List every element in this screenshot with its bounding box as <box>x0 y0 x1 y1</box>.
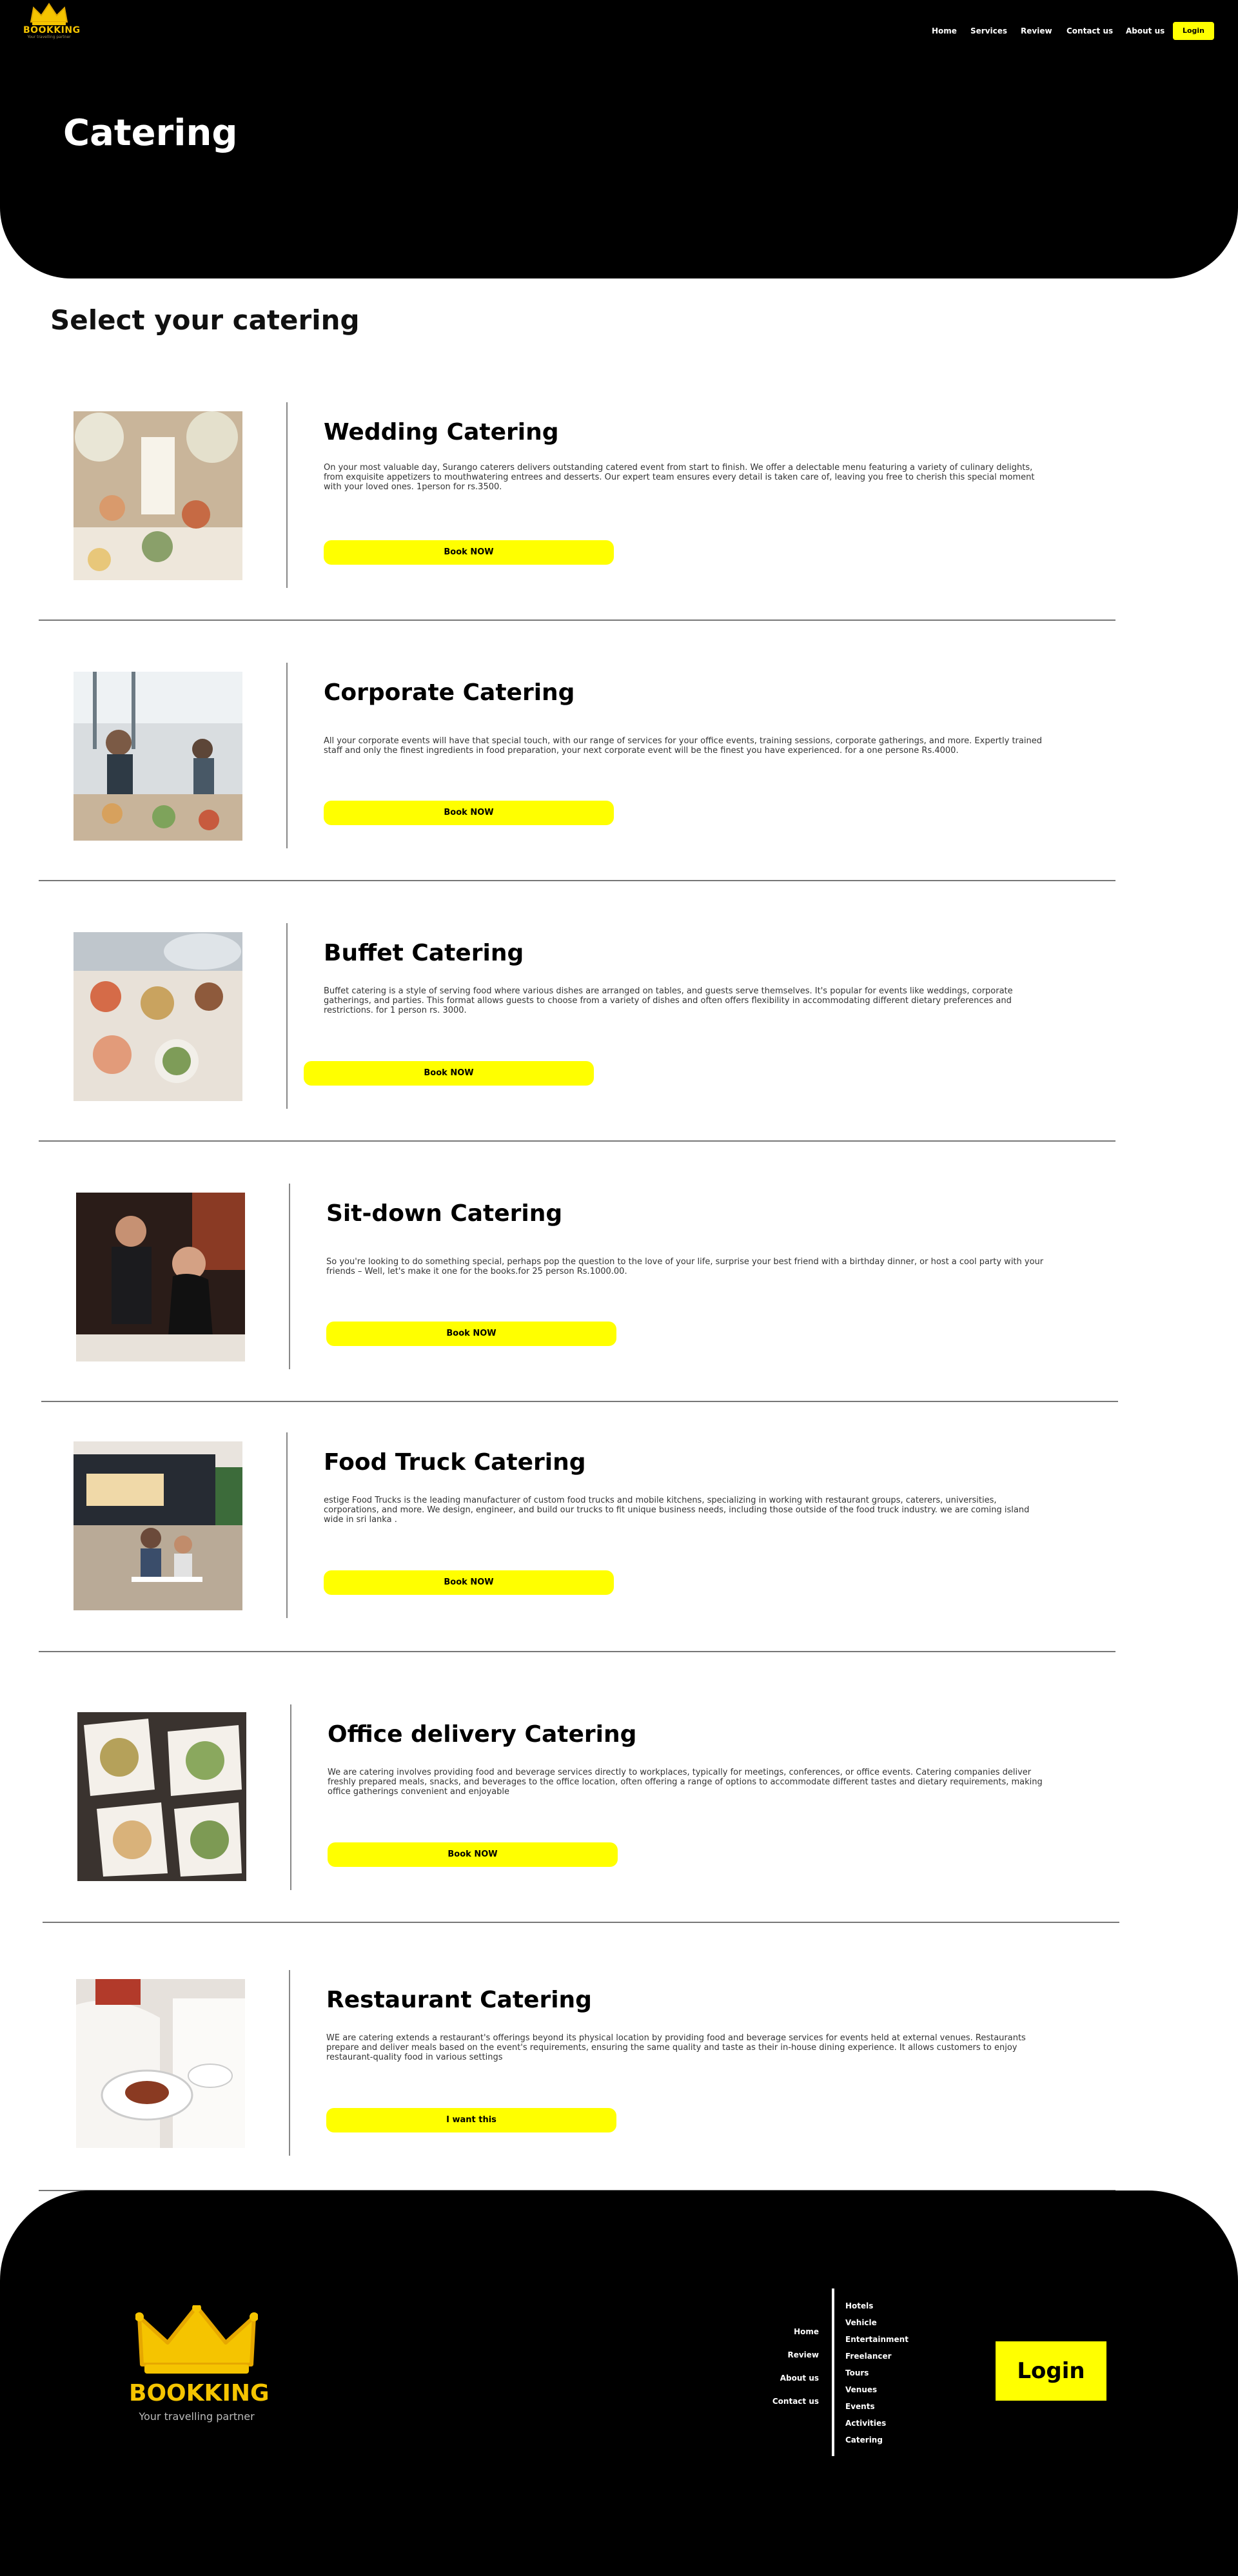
book-now-button[interactable]: Book NOW <box>324 801 614 825</box>
footer-links-left: Home Review About us Contact us <box>772 2326 819 2419</box>
footer-link-review[interactable]: Review <box>772 2349 819 2372</box>
catering-card-wedding: Wedding Catering On your most valuable d… <box>39 388 1115 649</box>
footer-link-about-us[interactable]: About us <box>772 2372 819 2395</box>
footer-link-activities[interactable]: Activities <box>845 2417 909 2434</box>
nav-about-us[interactable]: About us <box>1126 22 1164 40</box>
card-description: On your most valuable day, Surango cater… <box>324 463 1035 492</box>
nav-home[interactable]: Home <box>932 22 957 40</box>
card-title: Wedding Catering <box>324 419 559 445</box>
card-divider <box>289 1184 290 1369</box>
top-nav: Home Services Review Contact us About us… <box>928 22 1214 40</box>
divider <box>39 880 1115 881</box>
crown-icon <box>135 2303 259 2374</box>
food-truck-catering-photo <box>74 1441 242 1610</box>
brand-name: BOOKKING <box>23 25 81 35</box>
card-title: Food Truck Catering <box>324 1449 586 1476</box>
footer-brand-logo[interactable]: BOOKKING Your travelling partner <box>129 2303 270 2423</box>
catering-card-food-truck: Food Truck Catering estige Food Trucks i… <box>39 1418 1115 1679</box>
footer-link-vehicle[interactable]: Vehicle <box>845 2317 909 2334</box>
card-divider <box>286 1432 288 1618</box>
footer-link-events[interactable]: Events <box>845 2401 909 2417</box>
wedding-catering-photo <box>74 411 242 580</box>
catering-card-restaurant: Restaurant Catering WE are catering exte… <box>39 1956 1115 2216</box>
footer-divider <box>832 2288 834 2456</box>
card-divider <box>286 663 288 848</box>
brand-logo[interactable]: BOOKKING Your travelling partner <box>23 0 81 46</box>
card-description: We are catering involves providing food … <box>328 1768 1043 1797</box>
buffet-catering-photo <box>74 932 242 1101</box>
office-delivery-catering-photo <box>77 1712 246 1881</box>
footer-login-button[interactable]: Login <box>996 2341 1106 2401</box>
card-title: Restaurant Catering <box>326 1987 592 2013</box>
section-title: Select your catering <box>50 304 360 336</box>
card-description: Buffet catering is a style of serving fo… <box>324 986 1013 1015</box>
footer-brand-name: BOOKKING <box>129 2380 270 2406</box>
footer-link-home[interactable]: Home <box>772 2326 819 2349</box>
footer-links-right: Hotels Vehicle Entertainment Freelancer … <box>845 2300 909 2451</box>
footer-brand-tagline: Your travelling partner <box>139 2410 255 2423</box>
sit-down-catering-photo <box>76 1193 245 1361</box>
footer-link-entertainment[interactable]: Entertainment <box>845 2334 909 2350</box>
corporate-catering-photo <box>74 672 242 841</box>
card-title: Sit-down Catering <box>326 1200 563 1227</box>
footer-link-contact-us[interactable]: Contact us <box>772 2395 819 2419</box>
card-divider <box>286 402 288 588</box>
card-divider <box>290 1704 291 1890</box>
card-title: Buffet Catering <box>324 940 524 966</box>
card-description: estige Food Trucks is the leading manufa… <box>324 1496 1030 1525</box>
card-description: So you're looking to do something specia… <box>326 1257 1044 1276</box>
card-description: All your corporate events will have that… <box>324 736 1042 756</box>
restaurant-catering-photo <box>76 1979 245 2148</box>
footer-link-tours[interactable]: Tours <box>845 2367 909 2384</box>
crown-icon <box>30 3 68 25</box>
divider <box>41 1401 1118 1402</box>
brand-tagline: Your travelling partner <box>27 35 71 39</box>
footer-link-freelancer[interactable]: Freelancer <box>845 2350 909 2367</box>
divider <box>39 1651 1115 1652</box>
book-now-button[interactable]: Book NOW <box>324 1570 614 1595</box>
card-description: WE are catering extends a restaurant's o… <box>326 2033 1026 2062</box>
book-now-button[interactable]: Book NOW <box>324 540 614 565</box>
i-want-this-button[interactable]: I want this <box>326 2108 616 2132</box>
book-now-button[interactable]: Book NOW <box>328 1842 618 1867</box>
footer: BOOKKING Your travelling partner Home Re… <box>0 2191 1238 2576</box>
card-title: Corporate Catering <box>324 679 575 706</box>
catering-card-office-delivery: Office delivery Catering We are catering… <box>39 1689 1115 1949</box>
nav-review[interactable]: Review <box>1021 22 1052 40</box>
divider <box>39 1140 1115 1142</box>
nav-contact-us[interactable]: Contact us <box>1066 22 1113 40</box>
card-title: Office delivery Catering <box>328 1721 637 1748</box>
nav-login-button[interactable]: Login <box>1173 22 1214 40</box>
hero-banner: BOOKKING Your travelling partner Home Se… <box>0 0 1238 278</box>
footer-link-venues[interactable]: Venues <box>845 2384 909 2401</box>
catering-card-buffet: Buffet Catering Buffet catering is a sty… <box>39 909 1115 1169</box>
footer-link-catering[interactable]: Catering <box>845 2434 909 2451</box>
book-now-button[interactable]: Book NOW <box>326 1322 616 1346</box>
book-now-button[interactable]: Book NOW <box>304 1061 594 1086</box>
page-title: Catering <box>63 112 238 154</box>
card-divider <box>286 923 288 1109</box>
divider <box>43 1922 1119 1923</box>
nav-services[interactable]: Services <box>970 22 1007 40</box>
footer-link-hotels[interactable]: Hotels <box>845 2300 909 2317</box>
catering-card-corporate: Corporate Catering All your corporate ev… <box>39 649 1115 909</box>
card-divider <box>289 1970 290 2156</box>
divider <box>39 620 1115 621</box>
catering-card-sit-down: Sit-down Catering So you're looking to d… <box>39 1169 1115 1430</box>
